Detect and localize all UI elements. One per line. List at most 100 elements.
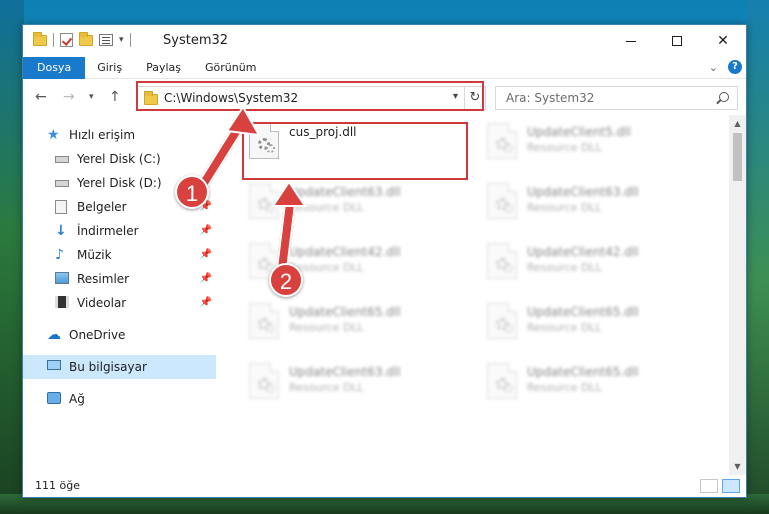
sidebar-item-quick-access[interactable]: ★ Hızlı erişim: [23, 123, 216, 147]
sidebar-item-local-disk-c[interactable]: Yerel Disk (C:): [23, 147, 216, 171]
vertical-scrollbar[interactable]: ▲ ▼: [729, 115, 746, 475]
back-arrow-icon[interactable]: ←: [35, 89, 47, 105]
dll-file-icon: [487, 183, 517, 219]
file-item[interactable]: UpdateClient65.dll Resource DLL: [477, 359, 707, 411]
view-toggle: [700, 479, 740, 493]
forward-arrow-icon[interactable]: →: [63, 89, 75, 105]
sidebar-item-network[interactable]: Ağ: [23, 387, 216, 411]
sidebar-item-this-pc[interactable]: Bu bilgisayar: [23, 355, 216, 379]
sidebar-item-label: Belgeler: [77, 200, 127, 214]
new-folder-icon[interactable]: [79, 31, 93, 46]
navigation-pane: ★ Hızlı erişim Yerel Disk (C:) Yerel Dis…: [23, 115, 216, 475]
large-icons-view-icon[interactable]: [722, 479, 740, 493]
file-type: Resource DLL: [527, 201, 602, 214]
tab-share[interactable]: Paylaş: [134, 57, 193, 79]
file-item[interactable]: UpdateClient42.dll Resource DLL: [477, 239, 707, 291]
ribbon-tabs: Dosya Giriş Paylaş Görünüm: [23, 57, 746, 79]
close-icon: ✕: [717, 33, 729, 49]
maximize-button[interactable]: [654, 25, 700, 57]
file-name: UpdateClient42.dll: [527, 245, 639, 259]
computer-icon: [47, 360, 63, 374]
file-name: UpdateClient63.dll: [527, 185, 639, 199]
file-item[interactable]: UpdateClient63.dll Resource DLL: [239, 359, 469, 411]
details-view-icon[interactable]: [700, 479, 718, 493]
file-type: Resource DLL: [289, 321, 364, 334]
star-icon: ★: [47, 127, 60, 143]
sidebar-item-music[interactable]: ♪ Müzik 📌: [23, 243, 216, 267]
window-controls: ✕: [608, 25, 746, 57]
sidebar-item-label: Ağ: [69, 392, 85, 406]
properties-check-icon[interactable]: [60, 33, 73, 47]
ribbon-right-controls: ⌄ ?: [709, 60, 742, 74]
tab-home[interactable]: Giriş: [85, 57, 134, 79]
drive-icon: [55, 176, 71, 190]
pin-icon[interactable]: 📌: [200, 273, 212, 284]
file-item[interactable]: UpdateClient5.dll Resource DLL: [477, 119, 707, 171]
expand-ribbon-chevron-icon[interactable]: ⌄: [709, 61, 718, 74]
status-bar: 111 öğe: [23, 475, 746, 497]
pictures-icon: [55, 272, 71, 286]
address-bar-highlight: [136, 81, 484, 111]
dll-file-icon: [487, 363, 517, 399]
sidebar-item-label: Hızlı erişim: [69, 128, 136, 142]
minimize-icon: [626, 40, 636, 42]
file-type: Resource DLL: [527, 141, 602, 154]
file-type: Resource DLL: [527, 321, 602, 334]
file-name: UpdateClient63.dll: [289, 365, 401, 379]
pin-icon[interactable]: 📌: [200, 297, 212, 308]
file-type: Resource DLL: [527, 261, 602, 274]
toolbar-separator: [129, 33, 131, 47]
desktop-background-left: [0, 0, 24, 514]
file-name: UpdateClient65.dll: [527, 365, 639, 379]
search-icon[interactable]: [719, 92, 729, 102]
view-options-icon[interactable]: [99, 34, 113, 46]
sidebar-item-videos[interactable]: Videolar 📌: [23, 291, 216, 315]
dll-file-icon: [487, 123, 517, 159]
title-bar: ▾ System32 ✕: [23, 25, 746, 57]
sidebar-item-onedrive[interactable]: ☁ OneDrive: [23, 323, 216, 347]
sidebar-item-label: Resimler: [77, 272, 130, 286]
file-name: UpdateClient65.dll: [289, 305, 401, 319]
scroll-down-icon[interactable]: ▼: [729, 458, 746, 475]
customize-dropdown-icon[interactable]: ▾: [119, 35, 124, 45]
network-icon: [47, 392, 63, 406]
arrow-2-head-icon: [271, 180, 307, 207]
dll-file-icon: [249, 303, 279, 339]
up-arrow-icon[interactable]: ↑: [109, 89, 121, 105]
arrow-1-head-icon: [225, 105, 261, 137]
file-item[interactable]: UpdateClient65.dll Resource DLL: [477, 299, 707, 351]
scroll-up-icon[interactable]: ▲: [729, 115, 746, 132]
sidebar-item-pictures[interactable]: Resimler 📌: [23, 267, 216, 291]
file-item[interactable]: UpdateClient65.dll Resource DLL: [239, 299, 469, 351]
dll-file-icon: [487, 303, 517, 339]
sidebar-item-label: Yerel Disk (C:): [77, 152, 161, 166]
tab-view[interactable]: Görünüm: [193, 57, 268, 79]
sidebar-item-label: Yerel Disk (D:): [77, 176, 162, 190]
cloud-icon: ☁: [47, 327, 61, 343]
sidebar-item-label: Bu bilgisayar: [69, 360, 147, 374]
documents-icon: [55, 200, 71, 214]
drive-icon: [55, 152, 71, 166]
help-icon[interactable]: ?: [728, 60, 742, 74]
file-highlight: [242, 122, 468, 180]
minimize-button[interactable]: [608, 25, 654, 57]
explorer-window: ▾ System32 ✕ Dosya Giriş Paylaş Görünüm …: [22, 24, 747, 498]
file-item[interactable]: UpdateClient63.dll Resource DLL: [477, 179, 707, 231]
search-box[interactable]: Ara: System32: [495, 86, 738, 110]
pin-icon[interactable]: 📌: [200, 249, 212, 260]
file-name: UpdateClient65.dll: [527, 305, 639, 319]
file-type: Resource DLL: [527, 381, 602, 394]
folder-icon: [33, 31, 47, 46]
file-type: Resource DLL: [289, 381, 364, 394]
file-name: UpdateClient5.dll: [527, 125, 631, 139]
tab-file[interactable]: Dosya: [23, 57, 86, 79]
sidebar-item-downloads[interactable]: ↓ İndirmeler 📌: [23, 219, 216, 243]
sidebar-item-label: Müzik: [77, 248, 112, 262]
pin-icon[interactable]: 📌: [200, 225, 212, 236]
item-count: 111 öğe: [35, 479, 80, 492]
scroll-thumb[interactable]: [733, 133, 742, 181]
close-button[interactable]: ✕: [700, 25, 746, 57]
sidebar-item-label: OneDrive: [69, 328, 126, 342]
step-1-badge: 1: [175, 175, 209, 209]
recent-locations-dropdown-icon[interactable]: ▾: [89, 92, 94, 102]
